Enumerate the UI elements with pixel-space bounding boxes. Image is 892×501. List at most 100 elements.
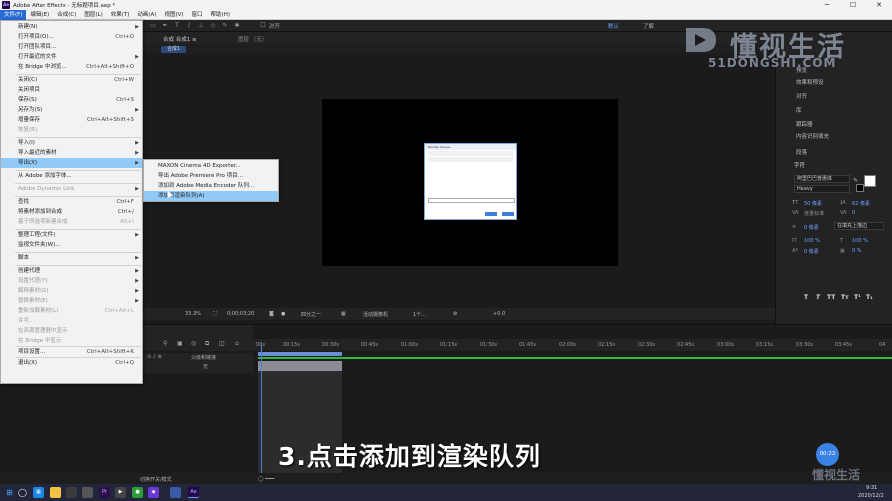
maximize-button[interactable]: ☐: [840, 0, 866, 10]
start-icon[interactable]: ⊞: [4, 487, 15, 498]
export-media-encoder[interactable]: 添加到 Adobe Media Encoder 队列...: [144, 181, 278, 191]
shy-icon[interactable]: ⚲: [163, 340, 167, 347]
stroke-color-swatch[interactable]: [856, 184, 864, 192]
pen-tool-icon[interactable]: ✒: [161, 22, 169, 30]
file-menu-item[interactable]: 打开团队项目...: [1, 42, 142, 52]
graph-editor-icon[interactable]: ⧉: [205, 340, 209, 348]
parent-dropdown[interactable]: 无: [203, 363, 208, 370]
menu-file[interactable]: 文件(F): [0, 9, 27, 20]
file-menu-item[interactable]: 将素材添加到合成 Ctrl+/: [1, 207, 142, 217]
tab-composition[interactable]: 合成 合成1 ≡: [163, 35, 197, 43]
file-menu-item[interactable]: 导出(X) ▶: [1, 158, 142, 168]
close-button[interactable]: ✕: [866, 0, 892, 10]
exposure-value[interactable]: +0.0: [493, 311, 505, 317]
panel-content-fill[interactable]: 内容识别填充: [796, 132, 829, 140]
file-menu-item[interactable]: 项目设置... Ctrl+Alt+Shift+K: [1, 347, 142, 357]
minimize-button[interactable]: ─: [814, 0, 840, 10]
zoom-dropdown[interactable]: 33.3%: [185, 311, 201, 317]
stamp-tool-icon[interactable]: ⊥: [197, 22, 205, 30]
edge-icon[interactable]: ▦: [33, 487, 44, 498]
file-menu-item[interactable]: 关闭项目: [1, 85, 142, 95]
views-dropdown[interactable]: 1个...: [413, 311, 426, 318]
style-bold[interactable]: T: [804, 294, 808, 301]
style-italic[interactable]: T: [816, 294, 820, 301]
add-to-render-queue[interactable]: 添加到渲染队列(A): [144, 191, 278, 201]
puppet-tool-icon[interactable]: ✱: [233, 22, 241, 30]
time-ruler[interactable]: 00s 00:15s 00:30s 00:45s 01:00s 01:15s 0…: [253, 339, 892, 351]
roto-tool-icon[interactable]: ✎: [221, 22, 229, 30]
menu-window[interactable]: 窗口: [188, 10, 207, 20]
tab-layer[interactable]: 图层 （无）: [238, 35, 267, 43]
menu-layer[interactable]: 图层(L): [80, 10, 106, 20]
leading-value[interactable]: 62 像素: [852, 200, 870, 207]
after-effects-taskbar-icon[interactable]: Ae: [188, 487, 199, 498]
style-superscript[interactable]: T¹: [854, 294, 861, 301]
work-area-bar[interactable]: [258, 352, 342, 356]
camera-dropdown[interactable]: 活动摄像机: [363, 311, 388, 318]
align-checkbox-icon[interactable]: ☐: [259, 22, 267, 30]
region-icon[interactable]: ⛶: [213, 311, 217, 317]
app-icon[interactable]: [82, 487, 93, 498]
menu-composition[interactable]: 合成(C): [53, 10, 80, 20]
current-time[interactable]: 0;00;03;20: [227, 311, 254, 317]
motion-blur-icon[interactable]: ◎: [191, 340, 196, 347]
hscale-value[interactable]: 100 %: [852, 238, 868, 244]
tracking-value[interactable]: 0: [852, 210, 855, 216]
font-family-dropdown[interactable]: 阿里巴巴普惠体: [794, 175, 850, 183]
app-icon[interactable]: ◆: [148, 487, 159, 498]
file-menu-item[interactable]: 关闭(C) Ctrl+W: [1, 75, 142, 85]
file-menu-item[interactable]: 脚本 ▶: [1, 253, 142, 263]
export-c4d[interactable]: MAXON Cinema 4D Exporter...: [144, 161, 278, 171]
menu-view[interactable]: 视图(V): [160, 10, 187, 20]
panel-paragraph[interactable]: 段落: [796, 148, 807, 156]
kerning-value[interactable]: 度量标准: [804, 210, 824, 217]
file-menu-item[interactable]: 整理工程(文件) ▶: [1, 230, 142, 240]
playhead[interactable]: [261, 343, 262, 485]
explorer-icon[interactable]: 🗀: [50, 487, 61, 498]
file-menu-item[interactable]: 在 Bridge 中浏览... Ctrl+Alt+Shift+O: [1, 62, 142, 72]
workspace-default[interactable]: 默认: [608, 22, 619, 30]
style-allcaps[interactable]: TT: [827, 294, 835, 301]
file-menu-item[interactable]: 查找 Ctrl+F: [1, 197, 142, 207]
panel-character[interactable]: 字符: [794, 161, 805, 169]
menu-animation[interactable]: 动画(A): [133, 10, 160, 20]
app-icon[interactable]: [66, 487, 77, 498]
font-style-dropdown[interactable]: Heavy: [794, 185, 850, 193]
panel-tracker[interactable]: 跟踪器: [796, 120, 813, 128]
menu-effect[interactable]: 效果(T): [107, 10, 134, 20]
eraser-tool-icon[interactable]: ◇: [209, 22, 217, 30]
font-size-value[interactable]: 50 像素: [804, 200, 822, 207]
style-smallcaps[interactable]: Tт: [841, 294, 849, 301]
panel-align[interactable]: 对齐: [796, 92, 807, 100]
stroke-width-value[interactable]: 0 像素: [804, 224, 819, 231]
file-menu-item[interactable]: 新建(N) ▶: [1, 22, 142, 32]
file-menu-item[interactable]: 退出(X) Ctrl+Q: [1, 358, 142, 368]
panel-effects[interactable]: 效果和预设: [796, 78, 824, 86]
stroke-type-dropdown[interactable]: 在填充上描边: [834, 222, 884, 230]
search-icon[interactable]: ◯: [17, 487, 28, 498]
lock-icon[interactable]: ⌂: [235, 340, 239, 347]
file-menu-item[interactable]: 打开最近的文件 ▶: [1, 52, 142, 62]
toggle-switches-modes[interactable]: 切换开关/模式: [140, 476, 172, 483]
fast-preview-icon[interactable]: ⚙: [453, 311, 457, 317]
brush-tool-icon[interactable]: /: [185, 22, 193, 30]
menu-edit[interactable]: 编辑(E): [26, 10, 53, 20]
file-menu-item[interactable]: 监视文件夹(W)...: [1, 240, 142, 250]
workspace-learn[interactable]: 了解: [643, 22, 654, 30]
file-menu-item[interactable]: 增量保存 Ctrl+Alt+Shift+S: [1, 115, 142, 125]
app-icon[interactable]: [170, 487, 181, 498]
file-menu-item[interactable]: 从 Adobe 添加字体...: [1, 171, 142, 181]
chart-icon[interactable]: ◫: [219, 340, 225, 347]
export-premiere[interactable]: 导出 Adobe Premiere Pro 项目...: [144, 171, 278, 181]
file-menu-item[interactable]: 打开项目(O)... Ctrl+O: [1, 32, 142, 42]
transparency-grid-icon[interactable]: ▦: [341, 311, 346, 317]
tsume-value[interactable]: 0 %: [852, 248, 862, 254]
eyedropper-icon[interactable]: ✎: [853, 177, 858, 184]
file-menu-item[interactable]: 导入(I) ▶: [1, 138, 142, 148]
snapshot-icon[interactable]: ◙: [269, 311, 274, 317]
file-menu-item[interactable]: 另存为(S) ▶: [1, 105, 142, 115]
fill-color-swatch[interactable]: [864, 175, 876, 187]
file-menu-item[interactable]: 保存(S) Ctrl+S: [1, 95, 142, 105]
frame-blend-icon[interactable]: ▣: [177, 340, 183, 347]
media-icon[interactable]: ▶: [115, 487, 126, 498]
